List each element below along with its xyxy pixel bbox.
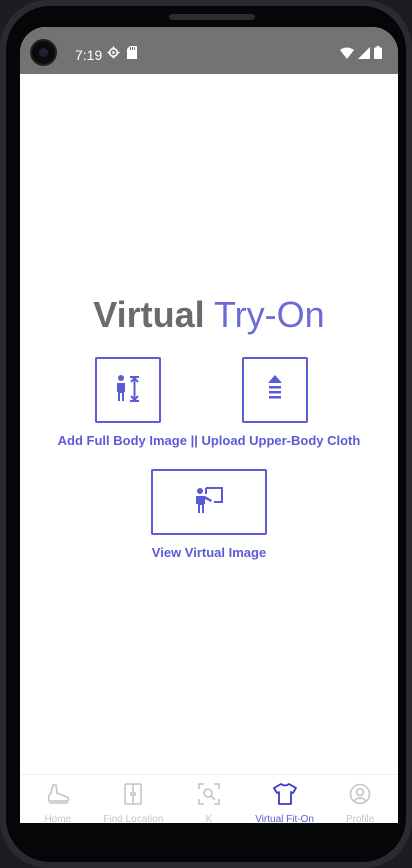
app-screen: 7:19 Virtual Try-On Add Full Body Image … [20, 27, 398, 823]
wifi-icon [340, 46, 354, 64]
nav-item-k[interactable]: K [171, 775, 247, 823]
view-virtual-image-button[interactable] [151, 469, 267, 535]
settings-gear-icon [107, 46, 120, 64]
status-time: 7:19 [75, 47, 103, 63]
wardrobe-icon [123, 783, 143, 810]
add-or-upload-label: Add Full Body Image || Upload Upper-Body… [57, 433, 361, 448]
battery-icon [374, 46, 382, 64]
sd-card-icon [127, 46, 137, 64]
status-icons-right [340, 46, 382, 64]
nav-label: Virtual Fit-On [255, 814, 314, 823]
scan-search-icon [198, 783, 220, 810]
nav-label: Home [44, 814, 72, 823]
status-bar: 7:19 [20, 27, 398, 74]
earpiece-speaker [169, 14, 255, 20]
nav-label: Profile [345, 814, 375, 823]
bottom-bezel [20, 823, 398, 829]
tshirt-icon [272, 783, 297, 810]
shoe-home-icon [46, 783, 70, 810]
title-bold: Virtual [93, 294, 205, 335]
person-height-icon [113, 373, 143, 408]
nav-label: K [205, 814, 213, 823]
front-camera [30, 39, 57, 66]
nav-item-home[interactable]: Home [20, 775, 96, 823]
status-icons-left [107, 46, 137, 64]
nav-label: Find Location [103, 814, 164, 823]
upload-arrow-icon [265, 374, 285, 407]
profile-icon [349, 783, 371, 810]
page-title: Virtual Try-On [20, 294, 398, 336]
bottom-navigation: Home Find Location K Virtual Fit-On Prof… [20, 774, 398, 823]
nav-item-find-location[interactable]: Find Location [96, 775, 172, 823]
nav-item-profile[interactable]: Profile [322, 775, 398, 823]
main-content: Virtual Try-On Add Full Body Image || Up… [20, 74, 398, 774]
add-full-body-image-button[interactable] [95, 357, 161, 423]
cell-signal-icon [358, 46, 370, 64]
upload-upper-body-cloth-button[interactable] [242, 357, 308, 423]
nav-item-virtual-fit-on[interactable]: Virtual Fit-On [247, 775, 323, 823]
title-light: Try-On [214, 294, 325, 335]
view-virtual-image-label: View Virtual Image [151, 545, 267, 560]
presentation-person-icon [194, 486, 224, 519]
